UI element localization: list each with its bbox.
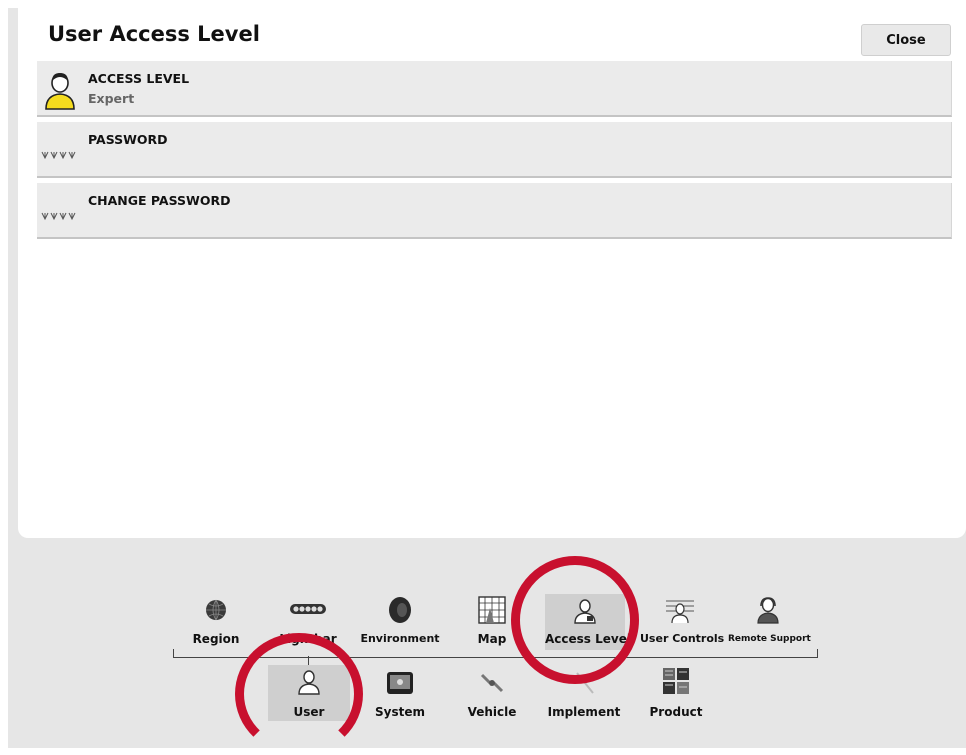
- nav-product-label: Product: [649, 705, 703, 719]
- nav-environment-label: Environment: [360, 632, 440, 645]
- user-controls-icon: [666, 600, 694, 624]
- map-grid-icon: [478, 596, 506, 624]
- nav-environment[interactable]: Environment: [360, 596, 440, 650]
- password-dots-icon: [41, 151, 76, 160]
- nav-bracket: [173, 649, 818, 658]
- nav-lightbar-label: Lightbar: [279, 632, 337, 646]
- access-level-label: ACCESS LEVEL: [88, 71, 190, 86]
- access-level-row[interactable]: ACCESS LEVEL Expert: [37, 61, 952, 117]
- user-icon: [298, 670, 320, 695]
- nav-user-controls-label: User Controls: [640, 632, 725, 645]
- lightbar-icon: [290, 604, 326, 614]
- password-dots-icon: [41, 212, 76, 221]
- user-avatar-icon: [45, 73, 75, 110]
- implement-icon: [576, 672, 594, 694]
- nav-region[interactable]: Region: [186, 596, 246, 650]
- nav-user-label: User: [293, 705, 325, 719]
- nav-lightbar[interactable]: Lightbar: [272, 596, 344, 650]
- nav-vehicle-label: Vehicle: [467, 705, 517, 719]
- password-row[interactable]: PASSWORD: [37, 122, 952, 178]
- nav-vehicle[interactable]: Vehicle: [464, 665, 520, 721]
- nav-region-label: Region: [192, 632, 240, 646]
- nav-user-controls[interactable]: User Controls: [640, 596, 725, 650]
- nav-system[interactable]: System: [372, 665, 428, 721]
- vehicle-link-icon: [480, 673, 504, 693]
- close-button[interactable]: Close: [861, 24, 951, 56]
- access-level-value: Expert: [88, 91, 135, 106]
- password-label: PASSWORD: [88, 132, 168, 147]
- headset-user-icon: [757, 597, 779, 624]
- nav-remote-support-label: Remote Support: [728, 634, 811, 644]
- nav-remote-support[interactable]: Remote Support: [728, 596, 811, 650]
- page-title: User Access Level: [48, 22, 260, 46]
- nav-implement-label: Implement: [547, 705, 621, 719]
- change-password-label: CHANGE PASSWORD: [88, 193, 231, 208]
- product-tiles-icon: [663, 668, 689, 694]
- speaker-icon: [389, 597, 411, 623]
- globe-icon: [206, 599, 226, 621]
- nav-user[interactable]: User: [268, 665, 350, 721]
- nav-implement[interactable]: Implement: [545, 665, 623, 721]
- display-gear-icon: [387, 672, 413, 694]
- nav-access-level-label: Access Level: [545, 632, 631, 646]
- nav-access-level[interactable]: Access Level: [545, 594, 631, 650]
- nav-system-label: System: [375, 705, 425, 719]
- nav-bracket-stem: [308, 656, 309, 665]
- change-password-row[interactable]: CHANGE PASSWORD: [37, 183, 952, 239]
- nav-product[interactable]: Product: [646, 665, 706, 721]
- user-lock-icon: [574, 599, 596, 624]
- nav-map-label: Map: [477, 632, 507, 646]
- nav-map[interactable]: Map: [468, 596, 516, 650]
